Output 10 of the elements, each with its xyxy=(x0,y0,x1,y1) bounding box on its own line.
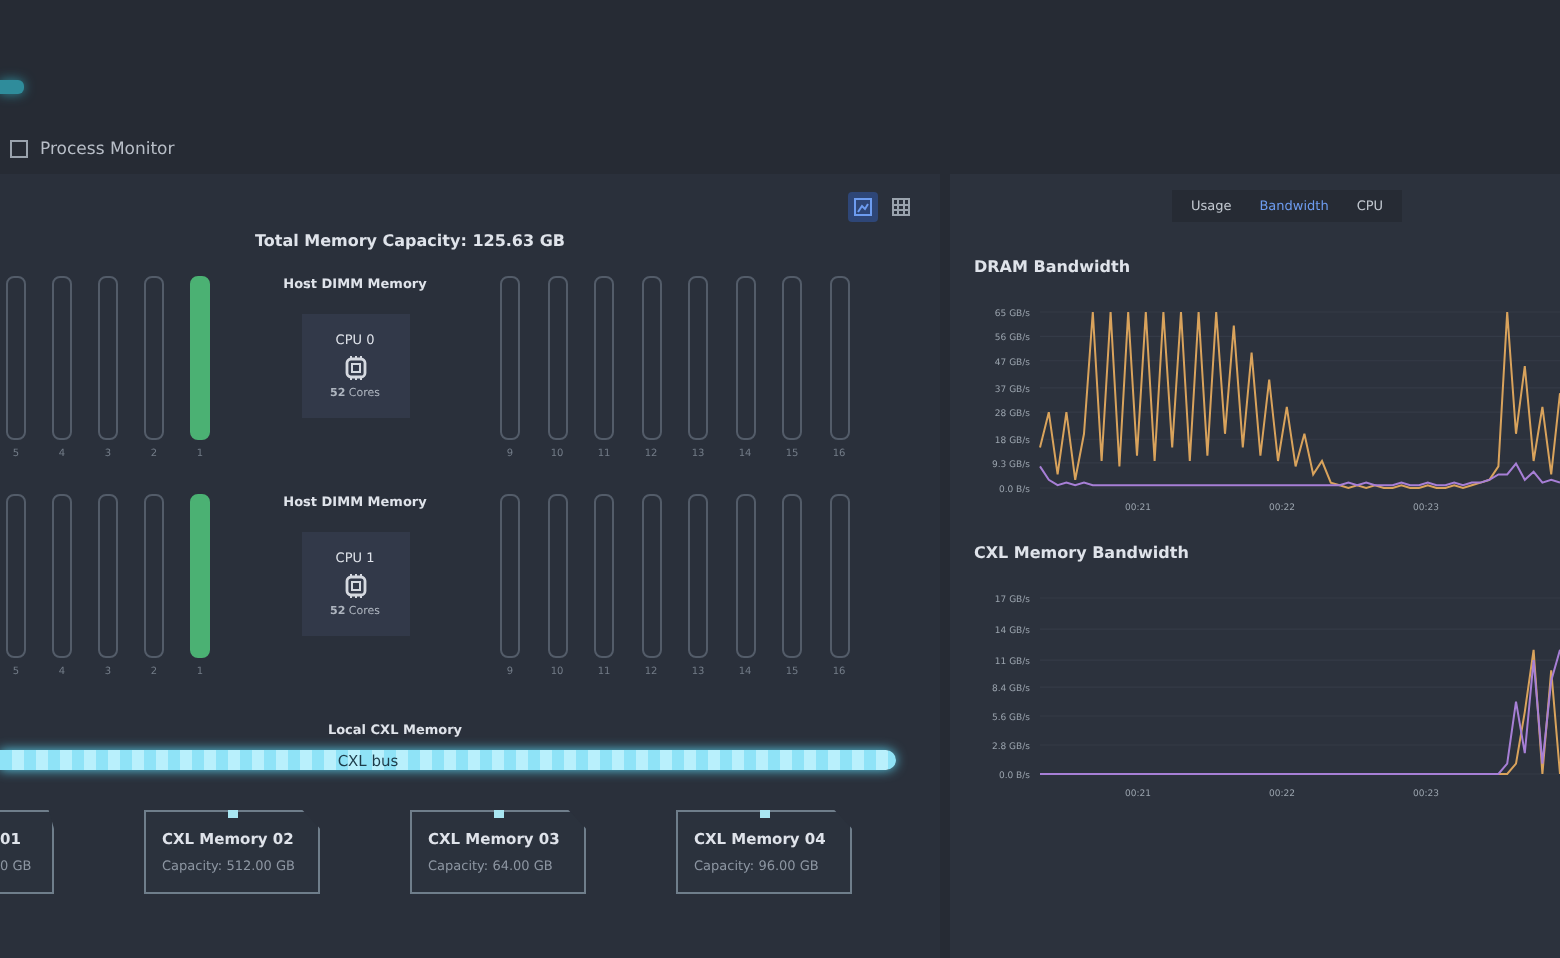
chip-icon xyxy=(343,574,367,598)
chart-title: DRAM Bandwidth xyxy=(974,258,1133,280)
process-monitor-label: Process Monitor xyxy=(40,139,175,159)
chart-view-button[interactable] xyxy=(848,192,878,222)
total-capacity-title: Total Memory Capacity: 125.63 GB xyxy=(252,232,568,254)
table-view-button[interactable] xyxy=(886,192,916,222)
process-monitor-checkbox[interactable] xyxy=(10,140,28,158)
chip-icon xyxy=(343,356,367,380)
chart-title: CXL Memory Bandwidth xyxy=(974,544,1191,566)
active-tab-marker xyxy=(0,80,24,94)
